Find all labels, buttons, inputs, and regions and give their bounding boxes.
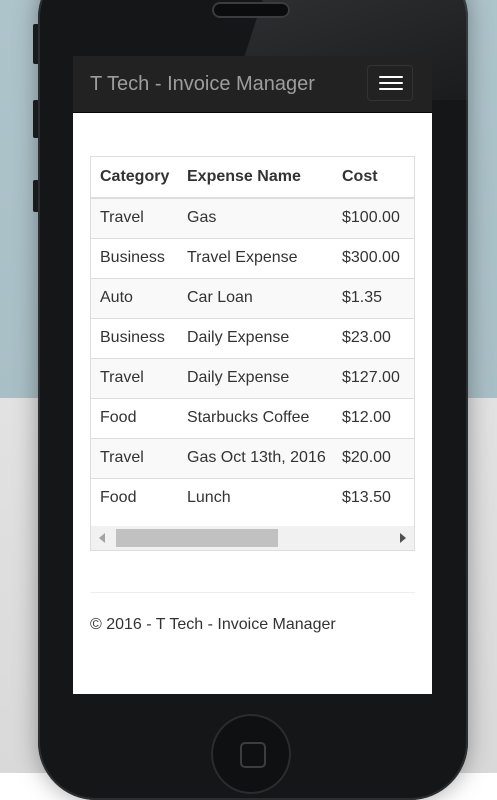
cell-category: Travel xyxy=(91,357,178,398)
home-square-icon xyxy=(240,742,266,768)
cell-category: Food xyxy=(91,397,178,438)
table-row: Business Daily Expense $23.00 xyxy=(91,317,414,358)
cell-cost: $12.00 xyxy=(333,397,414,438)
cell-cost: $1.35 xyxy=(333,277,414,318)
column-header-category: Category xyxy=(91,157,178,199)
cell-category: Travel xyxy=(91,197,178,238)
navbar-brand[interactable]: T Tech - Invoice Manager xyxy=(90,72,315,96)
app-screen: T Tech - Invoice Manager Category Expens… xyxy=(73,56,432,694)
cell-category: Travel xyxy=(91,437,178,478)
cell-expense-name: Travel Expense xyxy=(178,237,333,278)
table-row: Food Lunch $13.50 xyxy=(91,477,414,518)
table-row: Travel Daily Expense $127.00 xyxy=(91,357,414,398)
footer-divider xyxy=(90,592,415,593)
scroll-right-arrow-icon[interactable] xyxy=(400,533,406,543)
expense-table-container[interactable]: Category Expense Name Cost Travel Gas $1… xyxy=(90,156,415,551)
cell-expense-name: Car Loan xyxy=(178,277,333,318)
table-row: Travel Gas $100.00 xyxy=(91,197,414,238)
navbar-toggle-button[interactable] xyxy=(367,65,413,101)
cell-expense-name: Gas xyxy=(178,197,333,238)
cell-category: Business xyxy=(91,317,178,358)
cell-cost: $23.00 xyxy=(333,317,414,358)
cell-category: Business xyxy=(91,237,178,278)
footer-copyright: © 2016 - T Tech - Invoice Manager xyxy=(90,616,336,633)
column-header-expense-name: Expense Name xyxy=(178,157,333,199)
cell-category: Food xyxy=(91,477,178,518)
scroll-left-arrow-icon[interactable] xyxy=(99,533,105,543)
table-row: Food Starbucks Coffee $12.00 xyxy=(91,397,414,438)
cell-cost: $300.00 xyxy=(333,237,414,278)
phone-speaker xyxy=(212,2,290,18)
cell-expense-name: Lunch xyxy=(178,477,333,518)
cell-cost: $100.00 xyxy=(333,197,414,238)
column-header-cost: Cost xyxy=(333,157,414,199)
table-row: Business Travel Expense $300.00 xyxy=(91,237,414,278)
table-row: Travel Gas Oct 13th, 2016 $20.00 xyxy=(91,437,414,478)
cell-cost: $127.00 xyxy=(333,357,414,398)
scrollbar-thumb[interactable] xyxy=(116,529,278,547)
cell-cost: $20.00 xyxy=(333,437,414,478)
cell-expense-name: Gas Oct 13th, 2016 xyxy=(178,437,333,478)
cell-expense-name: Starbucks Coffee xyxy=(178,397,333,438)
expense-table: Category Expense Name Cost Travel Gas $1… xyxy=(91,157,414,518)
table-row: Auto Car Loan $1.35 xyxy=(91,277,414,318)
cell-expense-name: Daily Expense xyxy=(178,317,333,358)
navbar: T Tech - Invoice Manager xyxy=(73,56,432,113)
cell-expense-name: Daily Expense xyxy=(178,357,333,398)
table-header-row: Category Expense Name Cost xyxy=(91,157,414,199)
cell-cost: $13.50 xyxy=(333,477,414,518)
horizontal-scrollbar[interactable] xyxy=(91,526,414,550)
cell-category: Auto xyxy=(91,277,178,318)
